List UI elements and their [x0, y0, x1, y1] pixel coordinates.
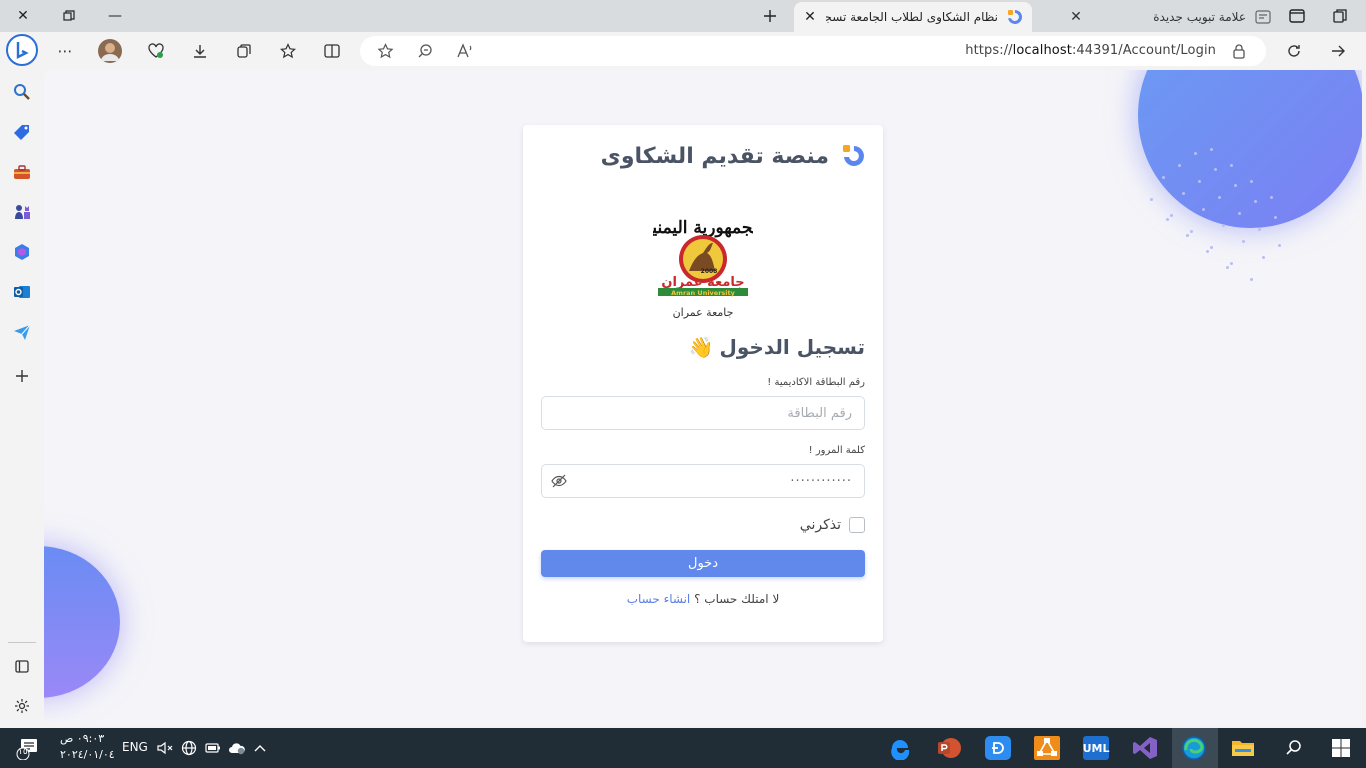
login-heading-text: تسجيل الدخول: [719, 335, 865, 359]
outlook-icon[interactable]: [10, 280, 34, 304]
password-label: كلمة المرور !: [808, 445, 865, 456]
edge-legacy-icon[interactable]: [887, 736, 913, 760]
svg-text:جامعة عمران: جامعة عمران: [661, 275, 744, 290]
university-emblem: الجمهورية اليمنية 2008 جامعة عمران Amran…: [643, 218, 763, 297]
waving-hand-icon: 👋: [688, 335, 714, 359]
copilot-icon[interactable]: [6, 34, 38, 66]
more-options-icon[interactable]: ⋯: [52, 38, 78, 64]
shopping-tag-icon[interactable]: [10, 120, 34, 144]
decor-dot-pattern: [1148, 148, 1288, 288]
uml-app-icon[interactable]: UML: [1083, 736, 1109, 760]
notification-count: ١٥: [18, 747, 28, 757]
favorites-icon[interactable]: [275, 38, 301, 64]
lock-icon[interactable]: [1226, 38, 1252, 64]
show-hidden-icons-chevron-up-icon[interactable]: [247, 736, 273, 760]
taskbar-time: ٠٩:٠٣ ص: [60, 732, 105, 745]
logo-caption: جامعة عمران: [672, 306, 734, 319]
tab-new-tab[interactable]: علامة تبويب جديدة ✕: [1060, 2, 1280, 32]
tab-complaints-login[interactable]: نظام الشكاوى لطلاب الجامعة تسجيل ✕: [794, 2, 1032, 32]
input-language[interactable]: ENG: [122, 740, 148, 754]
app-d-icon[interactable]: [985, 736, 1011, 760]
new-tab-button[interactable]: [750, 3, 790, 29]
add-favorite-star-icon[interactable]: [372, 38, 398, 64]
browser-toolbar: ⋯ https://localhost:44391/Account/Login: [0, 32, 1366, 70]
windows-taskbar: ١٥ ٠٩:٠٣ ص ٢٠٢٤/٠١/٠٤ ENG UML: [0, 728, 1366, 768]
login-card: منصة تقديم الشكاوى الجمهورية اليمنية 200…: [523, 125, 883, 642]
collections-icon[interactable]: [231, 38, 257, 64]
network-globe-icon[interactable]: [176, 736, 202, 760]
hide-sidebar-icon[interactable]: [10, 654, 34, 678]
settings-gear-icon[interactable]: [10, 694, 34, 718]
taskbar-date: ٢٠٢٤/٠١/٠٤: [60, 748, 115, 761]
brand-logo-icon: [843, 145, 864, 166]
card-number-input[interactable]: [541, 396, 865, 430]
edge-browser-icon[interactable]: [1181, 736, 1207, 760]
split-screen-icon[interactable]: [319, 38, 345, 64]
create-account-link[interactable]: انشاء حساب: [627, 592, 691, 606]
svg-text:2008: 2008: [701, 268, 718, 275]
signup-prompt: لا امتلك حساب ؟ انشاء حساب: [523, 592, 883, 606]
uml-label: UML: [1082, 741, 1110, 755]
refresh-icon[interactable]: [1281, 38, 1307, 64]
profile-avatar[interactable]: [97, 38, 123, 64]
microsoft-365-icon[interactable]: [10, 240, 34, 264]
diagram-app-icon[interactable]: [1034, 736, 1060, 760]
close-window-icon[interactable]: ✕: [3, 3, 43, 29]
decor-circle-bottom-left: [44, 546, 120, 698]
brand: منصة تقديم الشكاوى: [601, 143, 867, 169]
new-tab-page-icon: [1255, 10, 1271, 24]
search-icon[interactable]: [10, 80, 34, 104]
password-input[interactable]: [541, 464, 865, 498]
zoom-icon[interactable]: [412, 38, 438, 64]
tab-title: نظام الشكاوى لطلاب الجامعة تسجيل: [826, 10, 998, 24]
login-heading: تسجيل الدخول 👋: [689, 335, 865, 359]
close-tab-icon[interactable]: ✕: [1066, 9, 1086, 25]
battery-icon[interactable]: [200, 736, 226, 760]
browser-essentials-icon[interactable]: [143, 38, 169, 64]
toggle-password-visibility-icon[interactable]: [551, 473, 567, 489]
drop-send-icon[interactable]: [10, 320, 34, 344]
page-viewport: منصة تقديم الشكاوى الجمهورية اليمنية 200…: [44, 70, 1362, 725]
tab-actions-icon[interactable]: [1277, 3, 1317, 29]
visual-studio-icon[interactable]: [1132, 736, 1158, 760]
brand-name: منصة تقديم الشكاوى: [600, 143, 829, 169]
workspaces-icon[interactable]: [1320, 3, 1360, 29]
powerpoint-icon[interactable]: [936, 736, 962, 760]
add-sidebar-app-icon[interactable]: [10, 364, 34, 388]
games-icon[interactable]: [10, 200, 34, 224]
downloads-icon[interactable]: [187, 38, 213, 64]
tab-strip: ✕ — نظام الشكاوى لطلاب الجامعة تسجيل ✕ ع…: [0, 0, 1366, 32]
windows-start-icon[interactable]: [1328, 736, 1354, 760]
tab-title: علامة تبويب جديدة: [1153, 10, 1246, 24]
taskbar-clock[interactable]: ٠٩:٠٣ ص ٢٠٢٤/٠١/٠٤: [60, 731, 115, 763]
browser-sidebar: [0, 32, 44, 726]
login-button[interactable]: دخول: [541, 550, 865, 577]
remember-me-label: تذكرني: [799, 517, 841, 533]
no-account-text: لا امتلك حساب ؟: [694, 592, 780, 606]
restore-window-icon[interactable]: [49, 3, 89, 29]
volume-muted-icon[interactable]: [152, 736, 178, 760]
address-bar[interactable]: https://localhost:44391/Account/Login: [360, 36, 1266, 66]
minimize-window-icon[interactable]: —: [95, 3, 135, 29]
svg-text:Amran University: Amran University: [671, 289, 735, 297]
university-logo: الجمهورية اليمنية 2008 جامعة عمران Amran…: [643, 207, 763, 319]
card-number-label: رقم البطاقة الاكاديمية !: [767, 377, 865, 388]
close-tab-icon[interactable]: ✕: [800, 9, 820, 25]
read-aloud-icon[interactable]: [452, 38, 478, 64]
file-explorer-icon[interactable]: [1230, 736, 1256, 760]
search-icon[interactable]: [1281, 736, 1307, 760]
tools-icon[interactable]: [10, 160, 34, 184]
url-text: https://localhost:44391/Account/Login: [965, 43, 1216, 58]
remember-me-checkbox[interactable]: [849, 517, 865, 533]
sidebar-divider: [8, 642, 36, 643]
remember-me: تذكرني: [800, 517, 865, 533]
forward-icon[interactable]: [1325, 38, 1351, 64]
site-favicon-icon: [1008, 10, 1022, 24]
